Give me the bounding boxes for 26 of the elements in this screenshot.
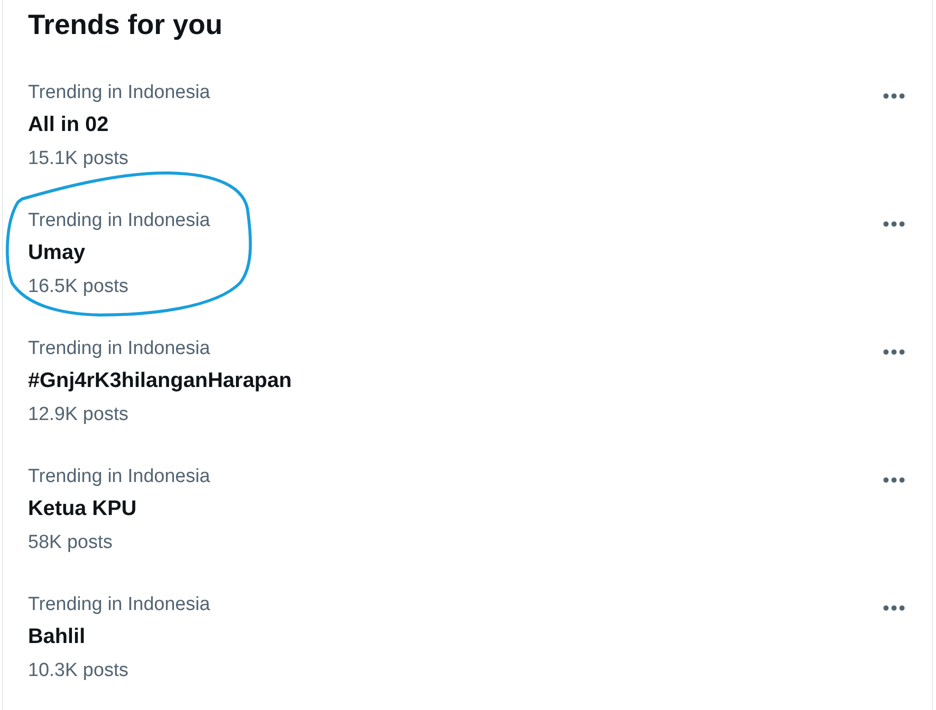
more-icon[interactable]	[883, 93, 905, 99]
trend-item[interactable]: Trending in Indonesia All in 02 15.1K posts	[28, 65, 905, 193]
trend-category: Trending in Indonesia	[28, 593, 210, 617]
trend-name: All in 02	[28, 112, 109, 138]
trend-item[interactable]: Trending in Indonesia Bahlil 10.3K posts	[28, 577, 905, 705]
trend-name: #Gnj4rK3hilanganHarapan	[28, 368, 292, 394]
trend-name: Umay	[28, 240, 86, 266]
more-icon[interactable]	[883, 221, 905, 227]
post-count: 15.1K posts	[28, 147, 128, 171]
trend-name: Ketua KPU	[28, 496, 137, 522]
trend-item[interactable]: Trending in Indonesia Ketua KPU 58K posts	[28, 449, 905, 577]
trend-category: Trending in Indonesia	[28, 81, 210, 105]
trend-category: Trending in Indonesia	[28, 337, 210, 361]
trend-category: Trending in Indonesia	[28, 465, 210, 489]
panel-title: Trends for you	[28, 8, 222, 42]
post-count: 16.5K posts	[28, 275, 128, 299]
trend-name: Bahlil	[28, 624, 86, 650]
more-icon[interactable]	[883, 477, 905, 483]
post-count: 12.9K posts	[28, 403, 128, 427]
more-icon[interactable]	[883, 349, 905, 355]
more-icon[interactable]	[883, 605, 905, 611]
trend-item[interactable]: Trending in Indonesia #Gnj4rK3hilanganHarapan 12.9K posts	[28, 321, 905, 449]
post-count: 58K posts	[28, 531, 112, 555]
post-count: 10.3K posts	[28, 659, 128, 683]
trend-item[interactable]: Trending in Indonesia Umay 16.5K posts	[28, 193, 905, 321]
trend-category: Trending in Indonesia	[28, 209, 210, 233]
